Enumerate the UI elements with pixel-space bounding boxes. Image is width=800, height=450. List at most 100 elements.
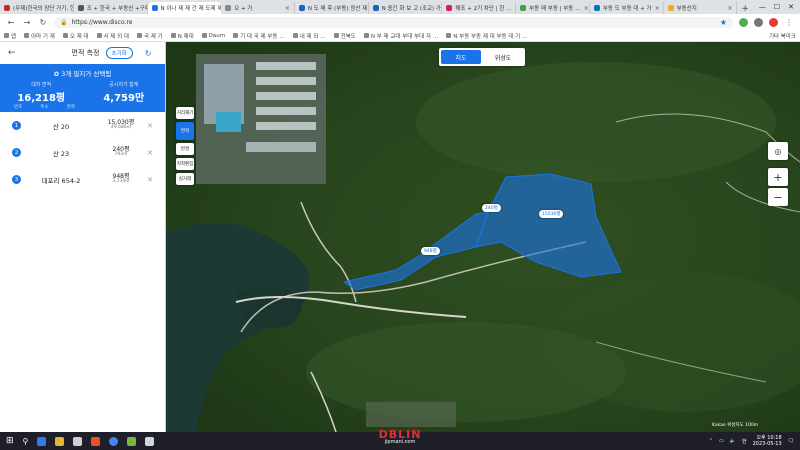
browser-tab[interactable]: 부동산지 × <box>664 2 738 14</box>
search-icon[interactable]: ⚲ <box>23 437 29 446</box>
my-location-icon[interactable]: ◎ <box>768 142 788 160</box>
profile-avatar-icon[interactable] <box>769 17 778 27</box>
tab-favicon-icon <box>593 5 600 11</box>
tab-label: 해조 + 2기 차단 | 한 … <box>455 6 512 12</box>
tool-cadastral[interactable]: 지적편집 <box>176 158 194 170</box>
bookmark-item[interactable]: N 부 제 교대 부대 부대 자 … <box>363 32 438 40</box>
bookmark-favicon-icon <box>446 33 452 38</box>
notification-icon[interactable]: 🗨 <box>788 438 794 444</box>
remove-parcel-icon[interactable]: ✕ <box>147 176 153 184</box>
back-arrow-icon[interactable]: ← <box>8 48 16 58</box>
address-bar[interactable]: 🔒 https://www.disco.re ★ <box>54 16 733 28</box>
file-explorer-icon[interactable] <box>55 436 65 446</box>
bookmark-item[interactable]: 국 제 기 <box>137 32 163 40</box>
browser-tab[interactable]: 부동 도 부동 대 + 가 × <box>590 2 664 14</box>
summary-box: ✿ 3개 필지가 선택됨 대지 면적 16,218평 공시지가 합계 4,759… <box>0 64 165 112</box>
bookmark-item[interactable]: Daum <box>201 33 225 39</box>
zoom-out-button[interactable]: − <box>768 188 788 206</box>
parcel-row[interactable]: 3 대포리 654-2 948평 3,134㎡ ✕ <box>0 166 165 193</box>
resort-building <box>256 122 316 130</box>
zoom-in-button[interactable]: + <box>768 168 788 186</box>
task-view-icon[interactable] <box>37 436 47 446</box>
tab-close-icon[interactable]: × <box>584 5 589 12</box>
tab-close-icon[interactable]: × <box>285 5 290 12</box>
bookmark-item[interactable]: N 부동 부동 제 대 부동 대 기 … <box>446 32 527 40</box>
tab-label: N 도 매 후 (부동) 정산 제 가 … <box>307 6 368 12</box>
bookmark-item[interactable]: 전북도 <box>333 32 356 40</box>
bookmark-item[interactable]: 아마 기 제 <box>24 32 55 40</box>
tab-close-icon[interactable]: × <box>655 5 660 12</box>
browser-tab[interactable]: (무제)한국의 장단 가기, 한국 …× <box>0 2 74 14</box>
maximize-icon[interactable]: ☐ <box>774 3 780 11</box>
extensions-puzzle-icon[interactable] <box>754 17 763 27</box>
reset-button[interactable]: 초기화 <box>105 47 133 59</box>
resort-building <box>256 107 316 115</box>
tool-distance[interactable]: 거리재기 <box>176 107 194 119</box>
reload-icon[interactable]: ↻ <box>38 18 48 27</box>
clock[interactable]: 오후 10:18 2023-05-13 <box>753 435 782 447</box>
bookmark-item[interactable]: 내 제 되 … <box>292 32 326 40</box>
tab-favicon-icon <box>520 5 527 11</box>
close-window-icon[interactable]: ✕ <box>788 3 794 11</box>
parcel-row[interactable]: 1 산 20 15,030평 49,686㎡ ✕ <box>0 112 165 139</box>
browser-tab[interactable]: N 이나 제 제 간 제 도제 제 …× <box>147 2 222 14</box>
tool-area[interactable]: 면적 <box>176 122 194 140</box>
selected-count: ✿ 3개 필지가 선택됨 <box>53 70 112 78</box>
bookmark-item[interactable]: 오 제 대 <box>62 32 89 40</box>
network-icon[interactable]: ▭ <box>719 438 724 444</box>
minimize-icon[interactable]: — <box>759 3 766 11</box>
browser-tab[interactable]: 오 + 가 × <box>221 2 295 14</box>
new-tab-button[interactable]: + <box>737 4 753 14</box>
browser-menu-icon[interactable]: ⋮ <box>784 18 794 27</box>
browser-tab[interactable]: 해조 + 2기 차단 | 한 …× <box>442 2 517 14</box>
browser-tab[interactable]: 부동 매 부동 | 부동 … × <box>516 2 590 14</box>
url-text: https://www.disco.re <box>71 18 133 26</box>
extension-icon[interactable] <box>739 17 748 27</box>
browser-tab[interactable]: N 중간 화 보 고 (조교) 가 …× <box>369 2 443 14</box>
windows-start-icon[interactable]: ⊞ <box>6 436 14 446</box>
parcel-pin-2[interactable]: 240평 <box>482 204 501 212</box>
bookmark-favicon-icon <box>170 33 176 38</box>
volume-icon[interactable]: 🔈 <box>730 438 736 444</box>
tool-radius[interactable]: 반경 <box>176 143 194 155</box>
app-icon[interactable] <box>73 436 83 446</box>
bookmark-favicon-icon <box>62 33 68 38</box>
app-icon[interactable] <box>91 436 101 446</box>
resort-building <box>256 62 316 70</box>
map-tools: 거리재기 면적 반경 지적편집 실거래 <box>176 107 194 185</box>
bookmark-star-icon[interactable]: ★ <box>720 18 727 27</box>
browser-tab[interactable]: 조 + 한국 + 부동산 +구매× <box>74 2 148 14</box>
satellite-map[interactable]: 240평 15030평 948평 Kakao 위성지도 100m <box>166 42 800 432</box>
browser-toolbar: ← → ↻ 🔒 https://www.disco.re ★ ⋮ <box>0 14 800 30</box>
input-language[interactable]: 한 <box>742 438 747 445</box>
bookmark-item[interactable]: 기 대 국 제 부동 … <box>233 32 285 40</box>
back-icon[interactable]: ← <box>6 18 16 27</box>
tab-favicon-icon <box>77 5 84 11</box>
remove-parcel-icon[interactable]: ✕ <box>147 122 153 130</box>
panel-title: 면적 측정 <box>71 49 100 57</box>
map-type-satellite-button[interactable]: 위성도 <box>483 50 523 64</box>
parcel-list: 1 산 20 15,030평 49,686㎡ ✕ 2 산 23 240평 793㎡ ✕ 3 대포리 6… <box>0 112 165 193</box>
parcel-pin-3[interactable]: 948평 <box>421 247 440 255</box>
bookmark-item[interactable]: 서 제 외 대 <box>96 32 129 40</box>
parcel-row[interactable]: 2 산 23 240평 793㎡ ✕ <box>0 139 165 166</box>
chrome-icon[interactable] <box>109 436 119 446</box>
map-type-map-button[interactable]: 지도 <box>441 50 481 64</box>
parcel-pin-1[interactable]: 15030평 <box>539 210 564 218</box>
tab-close-icon[interactable]: × <box>727 5 732 12</box>
parcel-address: 대포리 654-2 <box>41 176 81 185</box>
browser-tab[interactable]: N 도 매 후 (부동) 정산 제 가 …× <box>295 2 369 14</box>
tray-up-icon[interactable]: ⌃ <box>709 438 713 444</box>
parcel-number: 2 <box>12 148 21 157</box>
bookmark-item[interactable]: 앱 <box>4 32 16 40</box>
parcel-address: 산 20 <box>52 122 70 131</box>
tab-label: 부동 도 부동 대 + 가 <box>602 6 652 12</box>
forward-icon[interactable]: → <box>22 18 32 27</box>
bookmark-item[interactable]: N 제대 <box>170 32 194 40</box>
refresh-icon[interactable]: ↻ <box>145 49 152 58</box>
tool-transactions[interactable]: 실거래 <box>176 173 194 185</box>
remove-parcel-icon[interactable]: ✕ <box>147 149 153 157</box>
app-icon[interactable] <box>127 436 137 446</box>
app-icon[interactable] <box>145 436 155 446</box>
bookmark-other[interactable]: 기타 북마크 <box>769 32 796 40</box>
